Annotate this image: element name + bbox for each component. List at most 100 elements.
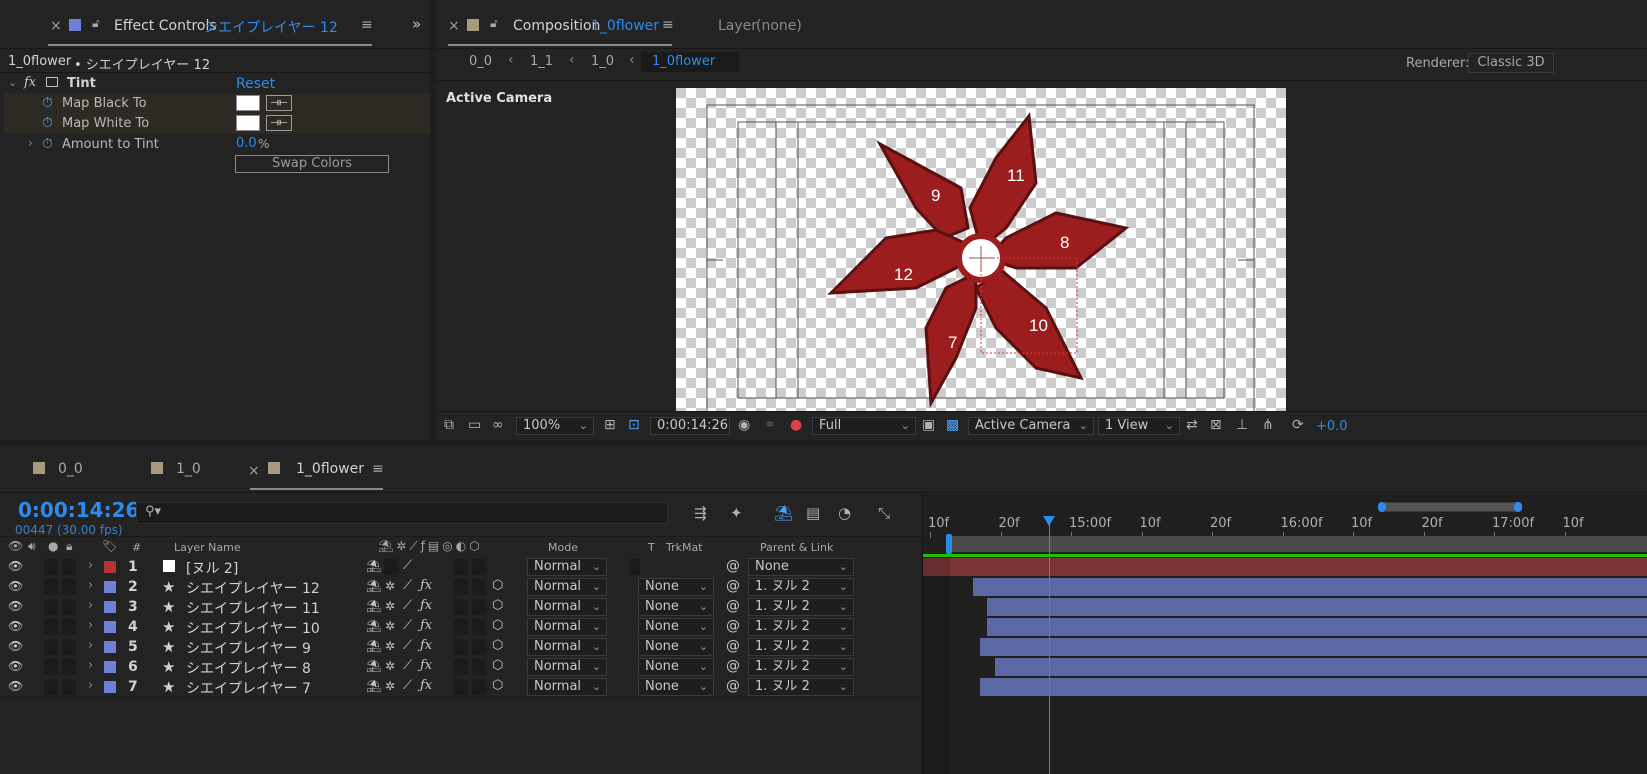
close-icon[interactable]: × — [50, 18, 62, 34]
composition-mini-flowchart-icon[interactable]: ⇶ — [694, 504, 707, 522]
frame-blending-icon[interactable]: ▤ — [806, 504, 820, 522]
3d-layer-icon[interactable]: ⬡ — [492, 638, 503, 653]
crumb-1[interactable]: 1_1 — [530, 54, 553, 69]
timeline-tab-0[interactable]: 0_0 — [58, 461, 83, 477]
quality-switch-icon[interactable]: ⟋ — [403, 678, 412, 693]
parent-dropdown[interactable]: None ⌄ — [748, 558, 854, 576]
work-area-start[interactable] — [946, 534, 952, 554]
motion-blur-switch[interactable] — [472, 639, 486, 655]
navigator-left-handle[interactable] — [1378, 502, 1386, 512]
layer-name[interactable]: シエイプレイヤー 7 — [186, 678, 311, 698]
shy-switch-icon[interactable]: ⛱ — [366, 659, 381, 673]
color-swatch-black[interactable] — [236, 95, 260, 111]
panel-menu-icon[interactable]: ≡ — [361, 17, 373, 33]
time-ruler[interactable]: 10f 20f 15:00f 10f 20f 16:00f 10f 20f 17:00f 10f — [922, 516, 1647, 538]
draft-3d-icon[interactable]: ✦ — [730, 504, 743, 522]
layer-row[interactable]: 👁︎ › 5 ★ シエイプレイヤー 9 ⛱ ✲ ⟋ ƒx ⬡ Normal ⌄ N… — [0, 637, 922, 658]
quality-switch-icon[interactable]: ⟋ — [403, 638, 412, 653]
comp-canvas[interactable]: 9 11 8 12 7 10 — [676, 88, 1286, 411]
exposure-value[interactable]: +0.0 — [1316, 419, 1348, 434]
parent-dropdown[interactable]: 1. ヌル 2 ⌄ — [748, 578, 854, 596]
parent-dropdown[interactable]: 1. ヌル 2 ⌄ — [748, 658, 854, 676]
layer-name-header[interactable]: Layer Name — [174, 541, 241, 554]
mode-dropdown[interactable]: Normal ⌄ — [527, 678, 607, 696]
close-icon[interactable]: × — [448, 18, 460, 34]
audio-toggle[interactable] — [44, 679, 58, 695]
motion-blur-switch[interactable] — [472, 599, 486, 615]
mode-dropdown[interactable]: Normal ⌄ — [527, 638, 607, 656]
parent-dropdown[interactable]: 1. ヌル 2 ⌄ — [748, 638, 854, 656]
audio-toggle[interactable] — [44, 579, 58, 595]
mode-dropdown[interactable]: Normal ⌄ — [527, 658, 607, 676]
layer-row[interactable]: 👁︎ › 3 ★ シエイプレイヤー 11 ⛱ ✲ ⟋ ƒx ⬡ Normal ⌄ … — [0, 597, 922, 618]
search-field[interactable]: ⚲▾ — [136, 502, 668, 524]
views-dropdown[interactable]: 1 View ⌄ — [1098, 417, 1180, 435]
parent-header[interactable]: Parent & Link — [760, 541, 833, 554]
pick-whip-icon[interactable]: @ — [726, 598, 740, 614]
time-graph[interactable]: 10f 20f 15:00f 10f 20f 16:00f 10f 20f 17:00f 10f — [922, 494, 1647, 774]
navigator-right-handle[interactable] — [1514, 502, 1522, 512]
shy-switch-icon[interactable]: ⛱ — [366, 599, 381, 613]
monitor-icon[interactable]: ▭ — [468, 417, 481, 433]
camera-dropdown[interactable]: Active Camera ⌄ — [968, 417, 1094, 435]
trkmat-dropdown[interactable]: None ⌄ — [638, 678, 714, 696]
shy-layers-icon[interactable]: ⛱ — [774, 504, 793, 522]
label-color-swatch[interactable] — [104, 581, 116, 593]
lock-toggle[interactable] — [62, 619, 76, 635]
motion-blur-switch[interactable] — [472, 579, 486, 595]
fx-switch-icon[interactable]: ƒx — [420, 638, 432, 653]
collapse-switch-icon[interactable]: ✲ — [385, 639, 395, 653]
label-color-swatch[interactable] — [104, 601, 116, 613]
work-area-bar[interactable] — [948, 536, 1647, 552]
always-preview-icon[interactable]: ⧉ — [444, 417, 454, 433]
panel-menu-icon[interactable]: ≡ — [372, 461, 384, 477]
swap-colors-button[interactable]: Swap Colors — [235, 155, 389, 173]
chevron-right-icon[interactable]: › — [88, 658, 93, 673]
frame-blend-switch[interactable] — [454, 559, 468, 575]
color-swatch-white[interactable] — [236, 115, 260, 131]
layer-tab[interactable]: Layer — [718, 18, 757, 34]
lock-icon[interactable]: 🔓︎ — [92, 16, 100, 31]
fx-switch-icon[interactable]: ƒx — [420, 598, 432, 613]
frame-blend-switch[interactable] — [454, 579, 468, 595]
stopwatch-icon[interactable]: ⏱ — [42, 95, 53, 111]
trkmat-dropdown[interactable]: None ⌄ — [638, 618, 714, 636]
motion-blur-switch[interactable] — [472, 679, 486, 695]
fx-switch-icon[interactable]: ƒx — [420, 678, 432, 693]
layer-duration-bar[interactable] — [973, 578, 1647, 596]
fx-switch-icon[interactable]: ƒx — [420, 658, 432, 673]
transparency-grid-icon[interactable]: ⊡ — [628, 417, 640, 433]
trkmat-dropdown[interactable]: None ⌄ — [638, 658, 714, 676]
mode-dropdown[interactable]: Normal ⌄ — [527, 618, 607, 636]
toggle-view-icon[interactable]: ⇄ — [1186, 417, 1198, 433]
layer-duration-bar[interactable] — [987, 618, 1647, 636]
stopwatch-icon[interactable]: ⏱ — [42, 136, 53, 152]
frame-blend-switch[interactable] — [454, 619, 468, 635]
layer-duration-bar[interactable] — [922, 558, 1647, 576]
current-time[interactable]: 0:00:14:26 — [18, 498, 139, 522]
resolution-dropdown[interactable]: Full ⌄ — [812, 417, 916, 435]
region-of-interest-icon[interactable]: ⊞ — [604, 417, 616, 433]
parent-dropdown[interactable]: 1. ヌル 2 ⌄ — [748, 678, 854, 696]
3d-layer-icon[interactable]: ⬡ — [492, 678, 503, 693]
lock-icon[interactable]: 🔓︎ — [490, 16, 498, 31]
zoom-dropdown[interactable]: 100% ⌄ — [516, 417, 594, 435]
chevron-right-icon[interactable]: › — [88, 558, 93, 573]
shy-switch-icon[interactable]: ⛱ — [366, 559, 381, 573]
motion-blur-switch[interactable] — [472, 619, 486, 635]
trkmat-dropdown[interactable]: None ⌄ — [638, 598, 714, 616]
layer-name[interactable]: シエイプレイヤー 8 — [186, 658, 311, 678]
lock-toggle[interactable] — [62, 639, 76, 655]
layer-row[interactable]: 👁︎ › 1 [ヌル 2] ⛱ ⟋ Normal ⌄ @ None ⌄ — [0, 557, 922, 578]
vr-mask-icon[interactable]: ∞ — [492, 417, 504, 433]
chevron-right-icon[interactable]: › — [88, 578, 93, 593]
panel-splitter[interactable] — [922, 494, 923, 774]
trkmat-dropdown[interactable]: None ⌄ — [638, 638, 714, 656]
audio-toggle[interactable] — [44, 599, 58, 615]
reset-exposure-icon[interactable]: ⟳ — [1292, 417, 1304, 433]
collapse-switch-icon[interactable]: ✲ — [385, 679, 395, 693]
3d-layer-icon[interactable]: ⬡ — [492, 578, 503, 593]
eye-icon[interactable]: 👁︎ — [8, 639, 23, 653]
graph-editor-icon[interactable]: ⤡ — [878, 504, 890, 522]
layer-name[interactable]: シエイプレイヤー 12 — [186, 578, 320, 598]
